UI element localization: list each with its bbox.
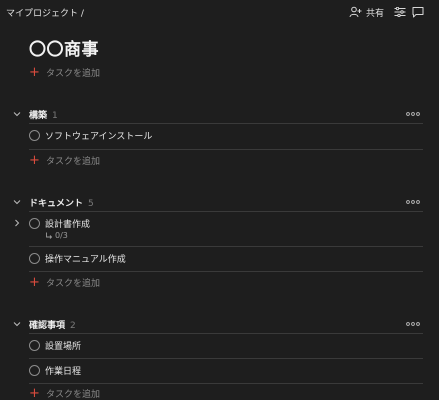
share-button[interactable]: 共有 (349, 4, 384, 20)
top-bar: マイプロジェクト / 共有 (0, 0, 439, 24)
section-title[interactable]: 構築 1 (29, 108, 58, 121)
chevron-down-icon[interactable] (12, 197, 22, 207)
section-header: ドキュメント 5 (0, 195, 439, 209)
section-divider (29, 211, 423, 212)
section-title[interactable]: ドキュメント 5 (29, 196, 94, 209)
plus-icon: + (29, 152, 40, 168)
more-options-icon[interactable] (404, 108, 422, 120)
plus-icon: + (29, 274, 40, 290)
section-header: 確認事項 2 (0, 317, 439, 331)
task-title[interactable]: 作業日程 (45, 364, 81, 377)
task-divider (29, 358, 423, 359)
section-count: 5 (88, 199, 94, 209)
chevron-down-icon[interactable] (12, 319, 22, 329)
project-title: 〇〇商事 (29, 40, 99, 60)
task-divider (29, 271, 423, 272)
section-count: 1 (52, 111, 58, 121)
section-count: 2 (70, 321, 76, 331)
section-divider (29, 333, 423, 334)
task-checkbox[interactable] (29, 130, 40, 141)
comments-icon (412, 7, 424, 18)
task-item[interactable]: 設置場所 (26, 338, 423, 358)
task-item[interactable]: 作業日程 (26, 363, 423, 383)
task-title[interactable]: 操作マニュアル作成 (45, 252, 126, 265)
comments-button[interactable] (411, 4, 425, 20)
task-title[interactable]: ソフトウェアインストール (45, 129, 152, 142)
add-task-button[interactable]: + タスクを追加 (29, 153, 100, 167)
more-options-icon[interactable] (404, 196, 422, 208)
section-divider (29, 123, 423, 124)
add-task-button[interactable]: + タスクを追加 (29, 275, 100, 289)
task-checkbox[interactable] (29, 365, 40, 376)
task-title[interactable]: 設置場所 (45, 339, 81, 352)
add-task-label: タスクを追加 (46, 156, 101, 167)
add-person-icon (349, 6, 362, 18)
task-item[interactable]: 操作マニュアル作成 (26, 250, 423, 270)
plus-icon: + (29, 385, 40, 400)
task-checkbox[interactable] (29, 253, 40, 264)
project-view: マイプロジェクト / 共有 〇〇商事 + タスクを追加 構築 1 ソフトウェアイ… (0, 0, 439, 400)
section-title[interactable]: 確認事項 2 (29, 318, 76, 331)
task-checkbox[interactable] (29, 218, 40, 229)
view-options-icon (394, 7, 406, 17)
section-header: 構築 1 (0, 107, 439, 121)
add-task-button[interactable]: + タスクを追加 (29, 65, 100, 79)
breadcrumb[interactable]: マイプロジェクト / (6, 6, 84, 19)
chevron-down-icon[interactable] (12, 109, 22, 119)
add-task-label: タスクを追加 (46, 389, 101, 400)
task-title[interactable]: 設計書作成 (45, 217, 90, 230)
subtask-icon (46, 232, 53, 239)
share-label: 共有 (366, 8, 385, 19)
add-task-label: タスクを追加 (46, 278, 101, 289)
task-divider (29, 246, 423, 247)
subtask-count: 0/3 (45, 231, 68, 240)
view-options-button[interactable] (393, 4, 407, 20)
task-item[interactable]: 設計書作成 0/3 (26, 215, 423, 245)
task-divider (29, 383, 423, 384)
task-checkbox[interactable] (29, 340, 40, 351)
task-divider (29, 149, 423, 150)
task-item[interactable]: ソフトウェアインストール (26, 128, 423, 148)
add-task-label: タスクを追加 (46, 68, 101, 79)
more-options-icon[interactable] (404, 318, 422, 330)
plus-icon: + (29, 64, 40, 80)
chevron-right-icon[interactable] (12, 218, 22, 228)
add-task-button[interactable]: + タスクを追加 (29, 386, 100, 400)
